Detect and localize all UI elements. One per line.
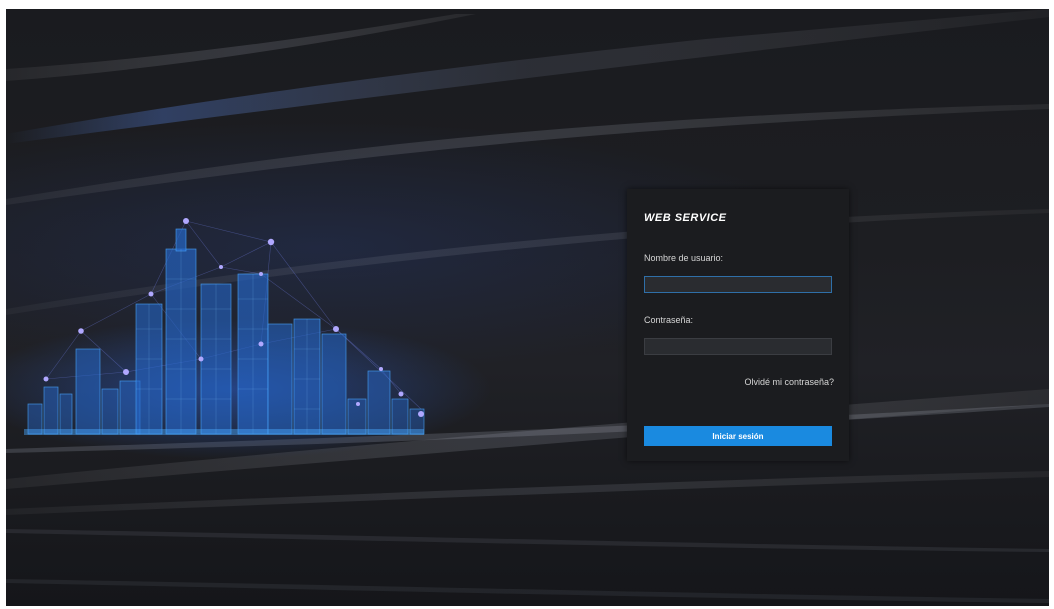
login-panel: WEB SERVICE Nombre de usuario: Contraseñ…: [627, 189, 849, 461]
username-label: Nombre de usuario:: [644, 253, 724, 263]
password-label: Contraseña:: [644, 315, 694, 325]
login-screen: WEB SERVICE Nombre de usuario: Contraseñ…: [6, 9, 1049, 606]
background-light-streaks: [6, 9, 1049, 603]
login-button[interactable]: Iniciar sesión: [644, 426, 832, 446]
username-input[interactable]: [644, 276, 832, 293]
panel-title: WEB SERVICE: [644, 212, 727, 224]
password-input[interactable]: [644, 338, 832, 355]
forgot-password-link[interactable]: Olvidé mi contraseña?: [744, 377, 834, 387]
